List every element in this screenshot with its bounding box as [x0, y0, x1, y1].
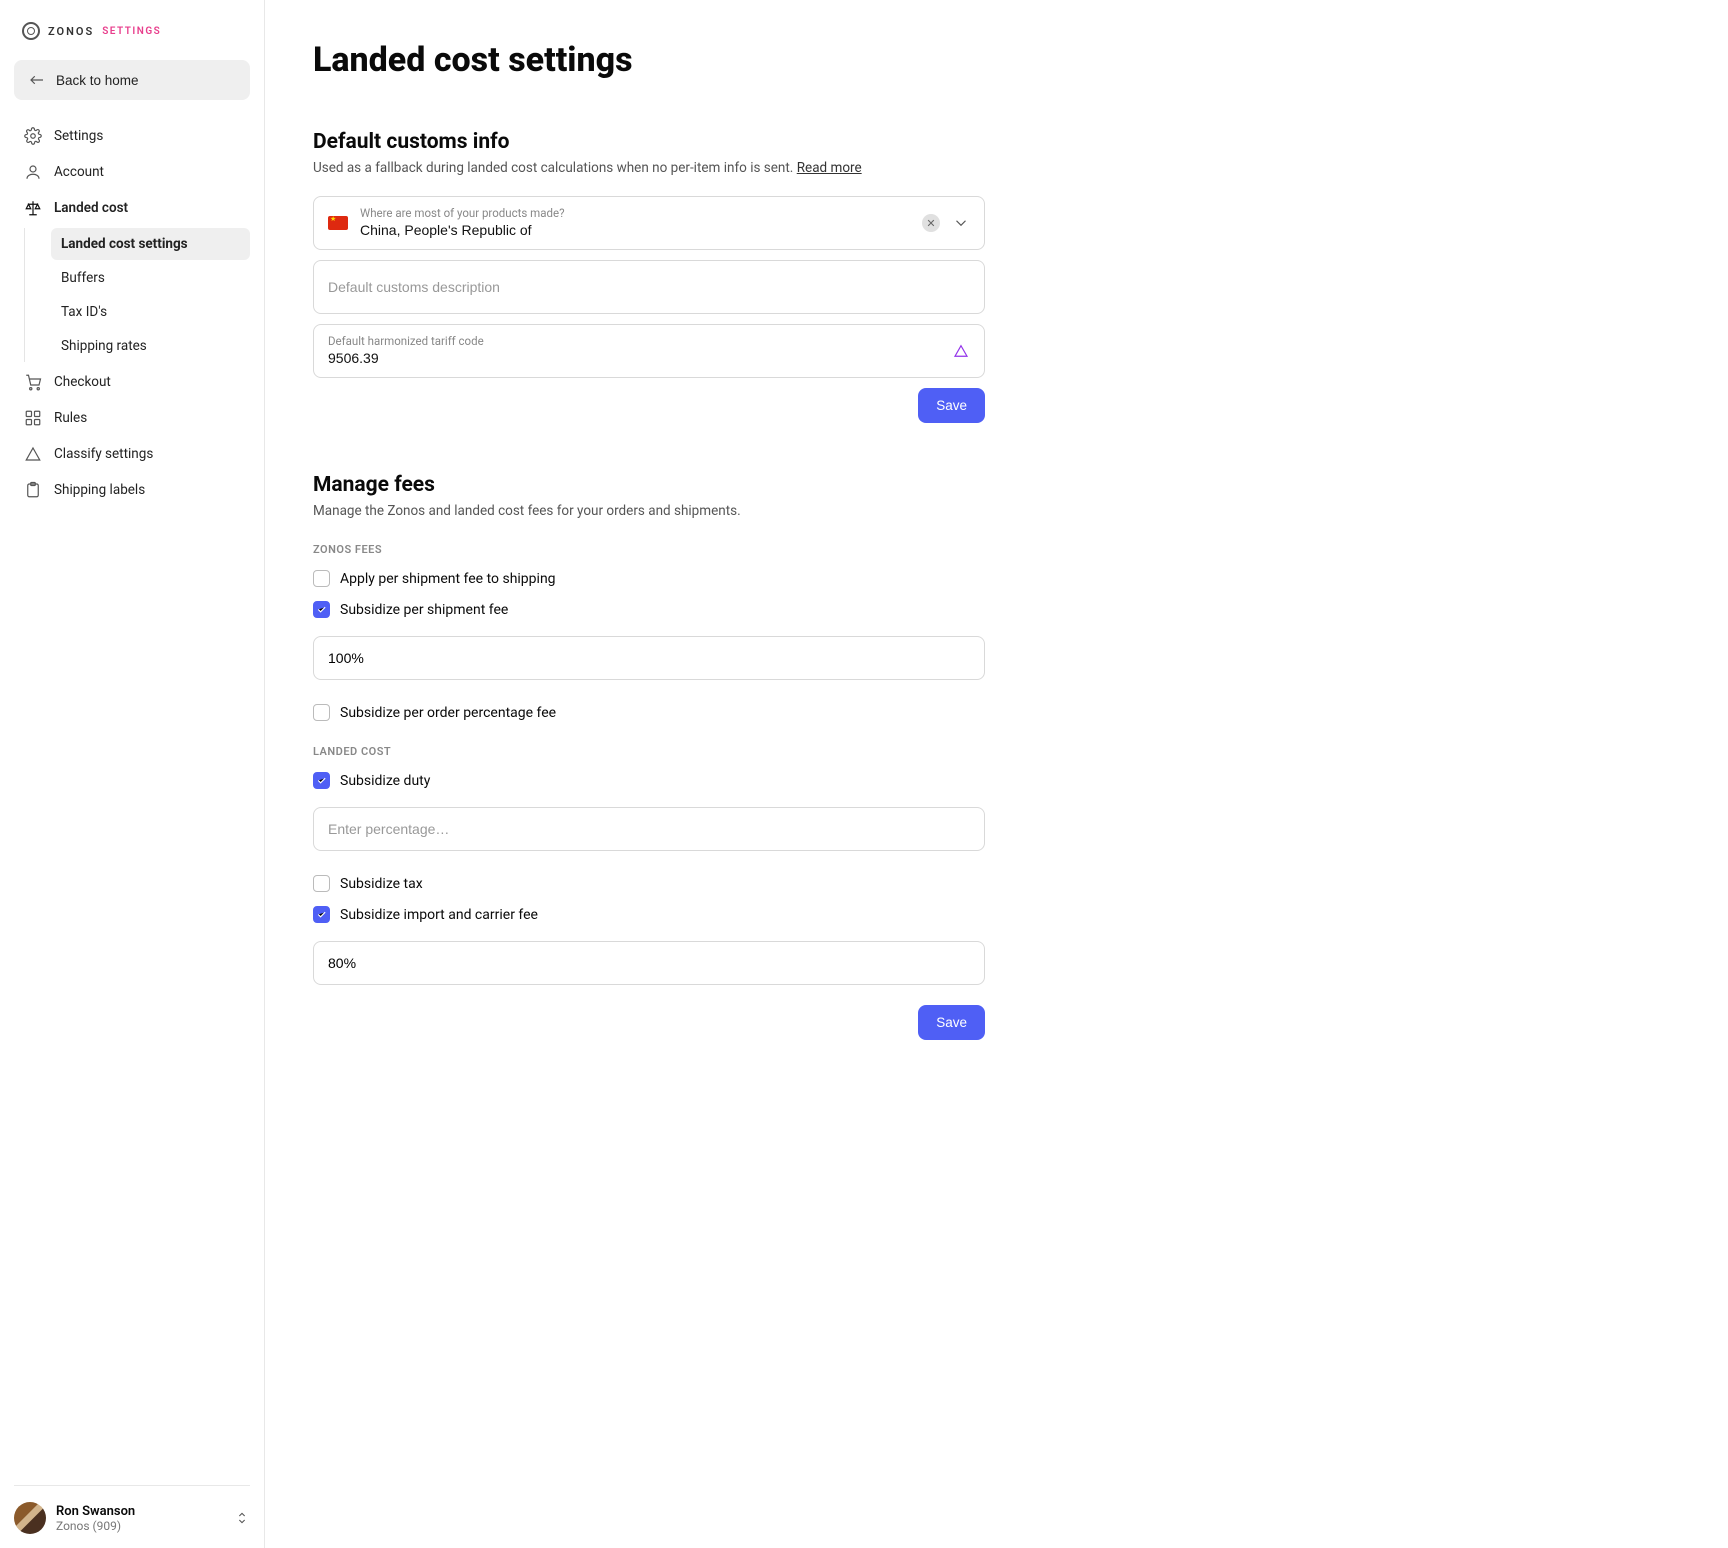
- clear-button[interactable]: ✕: [922, 214, 940, 232]
- subsidize-import-row[interactable]: Subsidize import and carrier fee: [313, 906, 985, 923]
- checkbox[interactable]: [313, 875, 330, 892]
- gear-icon: [24, 127, 42, 145]
- tariff-code-input[interactable]: [328, 348, 940, 368]
- subsidize-duty-row[interactable]: Subsidize duty: [313, 772, 985, 789]
- subsidize-shipment-input[interactable]: [313, 636, 985, 680]
- nav-landed-cost-settings[interactable]: Landed cost settings: [51, 228, 250, 260]
- nav-account[interactable]: Account: [14, 154, 250, 190]
- origin-country-field[interactable]: Where are most of your products made? ✕: [313, 196, 985, 250]
- checkbox-label: Subsidize per shipment fee: [340, 602, 508, 618]
- checkbox[interactable]: [313, 906, 330, 923]
- nav-label: Settings: [54, 128, 103, 144]
- actions: Save: [313, 1005, 985, 1040]
- avatar: [14, 1502, 46, 1534]
- apply-shipment-fee-row[interactable]: Apply per shipment fee to shipping: [313, 570, 985, 587]
- nav-label: Rules: [54, 410, 87, 426]
- checkbox-label: Subsidize import and carrier fee: [340, 907, 538, 923]
- checkbox-label: Subsidize duty: [340, 773, 430, 789]
- sidebar: ZONOS SETTINGS Back to home Settings Acc…: [0, 0, 265, 1548]
- scales-icon: [24, 199, 42, 217]
- nav-label: Buffers: [61, 270, 105, 286]
- checkbox-label: Subsidize per order percentage fee: [340, 705, 556, 721]
- user-name: Ron Swanson: [56, 1504, 224, 1519]
- nav-label: Tax ID's: [61, 304, 107, 320]
- checkbox[interactable]: [313, 704, 330, 721]
- nav-checkout[interactable]: Checkout: [14, 364, 250, 400]
- read-more-link[interactable]: Read more: [797, 160, 862, 176]
- clipboard-icon: [24, 481, 42, 499]
- brand-logo-icon: [22, 22, 40, 40]
- checkbox[interactable]: [313, 570, 330, 587]
- subsidize-import-input[interactable]: [313, 941, 985, 985]
- nav-settings[interactable]: Settings: [14, 118, 250, 154]
- nav-shipping-labels[interactable]: Shipping labels: [14, 472, 250, 508]
- back-to-home-button[interactable]: Back to home: [14, 60, 250, 100]
- user-meta: Ron Swanson Zonos (909): [56, 1504, 224, 1533]
- back-label: Back to home: [56, 73, 139, 88]
- field-body: Where are most of your products made?: [360, 206, 910, 240]
- section-fees: Manage fees Manage the Zonos and landed …: [313, 473, 985, 1040]
- nav-tax-ids[interactable]: Tax ID's: [51, 296, 250, 328]
- nav-label: Checkout: [54, 374, 111, 390]
- nav-label: Landed cost: [54, 200, 128, 216]
- section-desc: Used as a fallback during landed cost ca…: [313, 160, 985, 176]
- zonos-fees-subhead: ZONOS FEES: [313, 543, 985, 556]
- user-switcher[interactable]: Ron Swanson Zonos (909): [14, 1485, 250, 1534]
- actions: Save: [313, 388, 985, 423]
- section-desc: Manage the Zonos and landed cost fees fo…: [313, 503, 985, 519]
- cart-icon: [24, 373, 42, 391]
- customs-desc-input[interactable]: [328, 277, 970, 297]
- nav: Settings Account Landed cost Landed cost…: [14, 118, 250, 508]
- origin-country-input[interactable]: [360, 220, 910, 240]
- main: Landed cost settings Default customs inf…: [265, 0, 1285, 1548]
- checkbox-label: Apply per shipment fee to shipping: [340, 571, 556, 587]
- nav-shipping-rates[interactable]: Shipping rates: [51, 330, 250, 362]
- nav-label: Shipping rates: [61, 338, 147, 354]
- field-body: Default harmonized tariff code: [328, 334, 940, 368]
- checkbox[interactable]: [313, 772, 330, 789]
- save-fees-button[interactable]: Save: [918, 1005, 985, 1040]
- subsidize-shipment-fee-row[interactable]: Subsidize per shipment fee: [313, 601, 985, 618]
- nav-label: Shipping labels: [54, 482, 145, 498]
- arrow-left-icon: [28, 71, 46, 89]
- subsidize-tax-row[interactable]: Subsidize tax: [313, 875, 985, 892]
- field-label: Default harmonized tariff code: [328, 334, 940, 348]
- nav-rules[interactable]: Rules: [14, 400, 250, 436]
- classify-triangle-icon: [952, 342, 970, 360]
- section-heading: Default customs info: [313, 130, 985, 154]
- customs-desc-field[interactable]: [313, 260, 985, 314]
- chevron-up-down-icon: [234, 1510, 250, 1526]
- nav-label: Account: [54, 164, 104, 180]
- flag-china-icon: [328, 216, 348, 230]
- section-heading: Manage fees: [313, 473, 985, 497]
- field-label: Where are most of your products made?: [360, 206, 910, 220]
- tariff-code-field[interactable]: Default harmonized tariff code: [313, 324, 985, 378]
- user-org: Zonos (909): [56, 1519, 224, 1533]
- nav-landed-cost[interactable]: Landed cost: [14, 190, 250, 226]
- save-customs-button[interactable]: Save: [918, 388, 985, 423]
- nav-buffers[interactable]: Buffers: [51, 262, 250, 294]
- checkbox[interactable]: [313, 601, 330, 618]
- subsidize-duty-input[interactable]: [313, 807, 985, 851]
- landed-cost-subhead: LANDED COST: [313, 745, 985, 758]
- nav-label: Classify settings: [54, 446, 153, 462]
- nav-landed-cost-sub: Landed cost settings Buffers Tax ID's Sh…: [24, 228, 250, 362]
- brand-name: ZONOS: [48, 25, 94, 38]
- desc-text: Used as a fallback during landed cost ca…: [313, 160, 797, 176]
- brand-section: SETTINGS: [102, 26, 161, 37]
- nav-label: Landed cost settings: [61, 236, 188, 252]
- nav-classify[interactable]: Classify settings: [14, 436, 250, 472]
- page-title: Landed cost settings: [313, 40, 1237, 80]
- chevron-down-icon[interactable]: [952, 214, 970, 232]
- subsidize-order-pct-row[interactable]: Subsidize per order percentage fee: [313, 704, 985, 721]
- user-icon: [24, 163, 42, 181]
- brand: ZONOS SETTINGS: [14, 18, 250, 44]
- grid-icon: [24, 409, 42, 427]
- checkbox-label: Subsidize tax: [340, 876, 423, 892]
- triangle-icon: [24, 445, 42, 463]
- section-customs: Default customs info Used as a fallback …: [313, 130, 985, 423]
